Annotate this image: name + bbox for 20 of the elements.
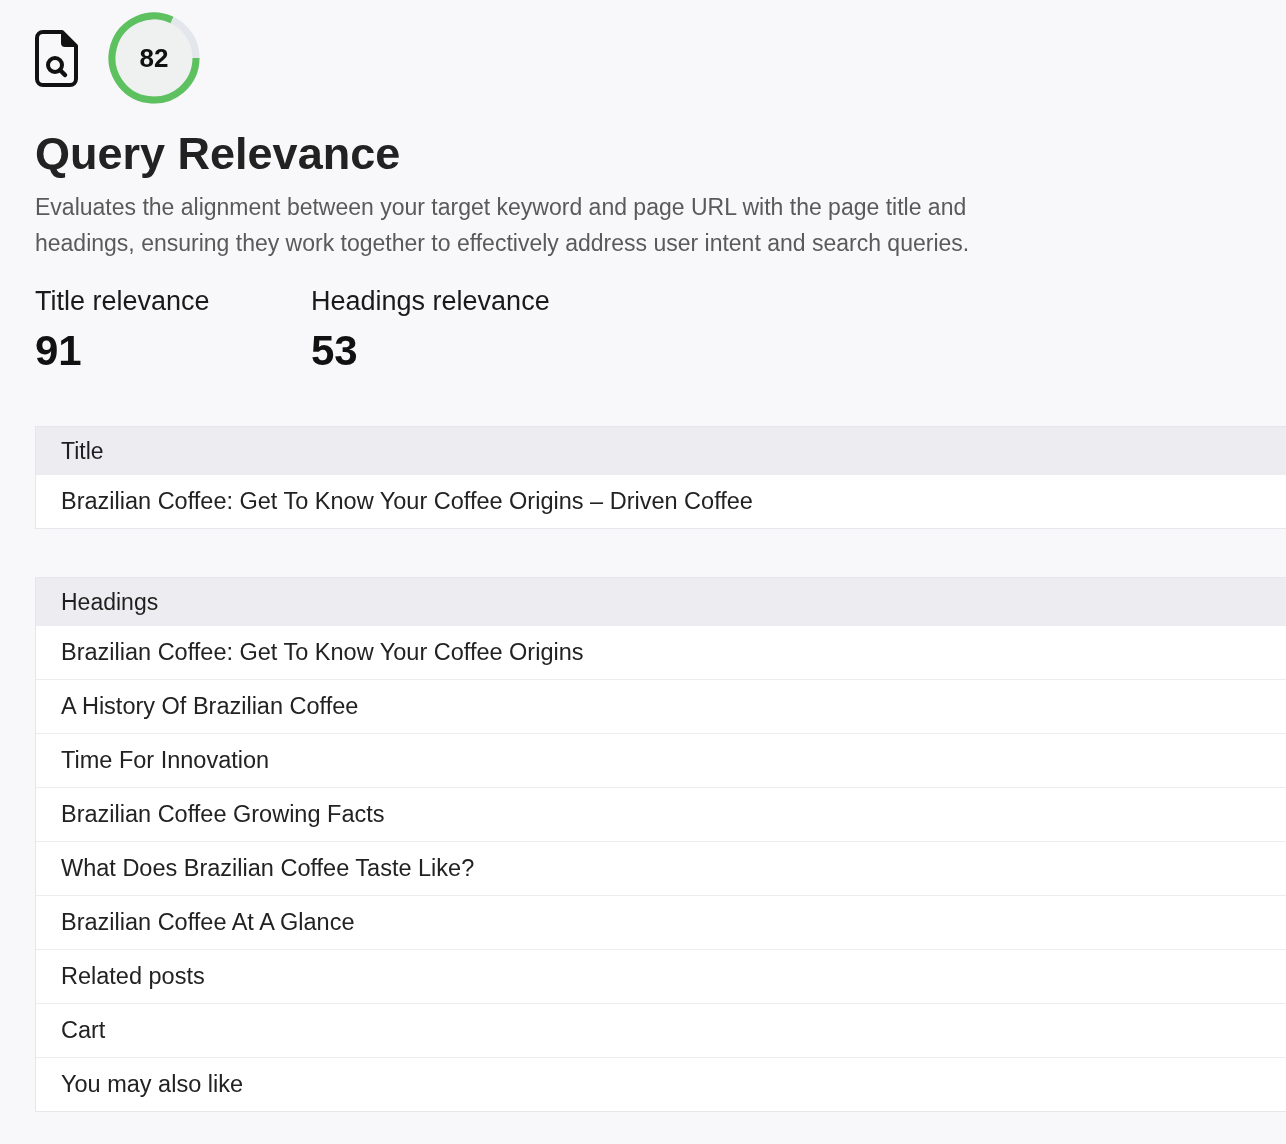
file-search-icon bbox=[35, 29, 78, 87]
metric-value: 91 bbox=[35, 328, 82, 374]
table-cell-text: Brazilian Coffee: Get To Know Your Coffee Origins bbox=[61, 637, 584, 667]
page-description: Evaluates the alignment between your target keyword and page URL with the page title and headings, ensuring they work together to effectively address user intent and search queries. bbox=[35, 193, 971, 258]
table-cell-text: Time For Innovation bbox=[61, 745, 270, 775]
table-cell-text: Brazilian Coffee Growing Facts bbox=[61, 799, 385, 829]
page-title: Query Relevance bbox=[35, 127, 401, 181]
metric-value: 53 bbox=[311, 328, 358, 374]
table-heading: Headings bbox=[61, 587, 159, 617]
table-cell-text: Brazilian Coffee: Get To Know Your Coffee Origins – Driven Coffee bbox=[61, 486, 753, 516]
metric-label: Title relevance bbox=[35, 285, 210, 317]
table-heading: Title bbox=[61, 436, 104, 466]
score-value: 82 bbox=[139, 43, 169, 73]
table-cell-text: Related posts bbox=[61, 961, 205, 991]
table-cell-text: Brazilian Coffee At A Glance bbox=[61, 907, 355, 937]
table-cell-text: Cart bbox=[61, 1015, 106, 1045]
table-cell-text: A History Of Brazilian Coffee bbox=[61, 691, 359, 721]
table-cell-text: You may also like bbox=[61, 1069, 243, 1099]
metric-label: Headings relevance bbox=[311, 285, 550, 317]
table-cell-text: What Does Brazilian Coffee Taste Like? bbox=[61, 853, 475, 883]
